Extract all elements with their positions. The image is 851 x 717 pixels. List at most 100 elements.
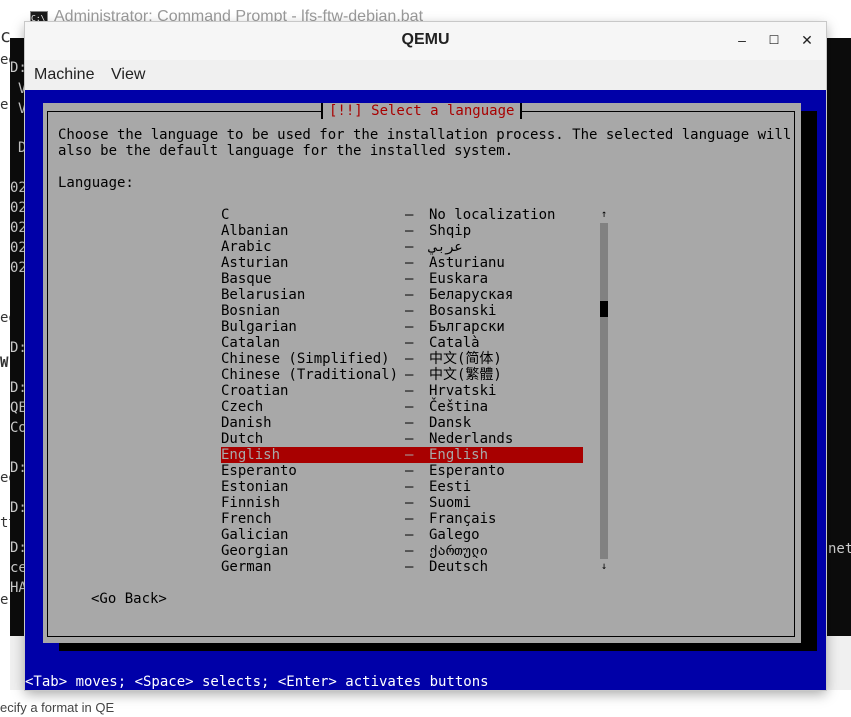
language-native-name: Shqip xyxy=(429,223,472,239)
language-item[interactable]: Finnish – Suomi xyxy=(221,495,583,511)
go-back-button[interactable]: <Go Back> xyxy=(91,591,167,607)
language-name: Chinese (Traditional) xyxy=(221,367,399,383)
language-item[interactable]: German – Deutsch xyxy=(221,559,583,575)
language-native-name: Català xyxy=(429,335,480,351)
language-native-name: No localization xyxy=(429,207,556,223)
language-native-name: 中文(繁體) xyxy=(429,367,502,383)
minimize-button[interactable]: – xyxy=(731,30,753,50)
language-name: Albanian xyxy=(221,223,289,239)
language-separator: – xyxy=(405,527,414,543)
installer-status-bar: <Tab> moves; <Space> selects; <Enter> ac… xyxy=(25,674,826,690)
language-name: C xyxy=(221,207,230,223)
scrollbar-thumb[interactable] xyxy=(600,301,608,317)
dialog-shadow xyxy=(801,111,817,651)
cmd-text-fragment: net xyxy=(828,541,851,557)
language-item[interactable]: Georgian – ქართული xyxy=(221,543,583,559)
close-button[interactable]: ✕ xyxy=(796,30,818,50)
language-separator: – xyxy=(405,559,414,575)
language-item[interactable]: Bosnian – Bosanski xyxy=(221,303,583,319)
language-label: Language: xyxy=(58,175,134,191)
language-item-selected[interactable]: English – English xyxy=(221,447,583,463)
scrollbar-track[interactable] xyxy=(600,223,608,559)
language-name: Croatian xyxy=(221,383,289,399)
language-name: French xyxy=(221,511,272,527)
language-name: Bosnian xyxy=(221,303,281,319)
language-native-name: Dansk xyxy=(429,415,472,431)
qemu-menubar: Machine View xyxy=(25,60,826,90)
language-item[interactable]: Chinese (Simplified) – 中文(简体) xyxy=(221,351,583,367)
language-name: Bulgarian xyxy=(221,319,297,335)
qemu-titlebar[interactable]: QEMU – ☐ ✕ xyxy=(25,22,826,60)
language-separator: – xyxy=(405,399,414,415)
language-item[interactable]: Asturian – Asturianu xyxy=(221,255,583,271)
language-name: English xyxy=(221,447,281,463)
language-native-name: Čeština xyxy=(429,399,489,415)
language-name: Belarusian xyxy=(221,287,306,303)
language-name: Basque xyxy=(221,271,272,287)
language-item[interactable]: Galician – Galego xyxy=(221,527,583,543)
language-name: Estonian xyxy=(221,479,289,495)
scroll-up-arrow-icon[interactable]: ↑ xyxy=(600,207,608,223)
language-name: Danish xyxy=(221,415,272,431)
language-list-scrollbar[interactable]: ↑ ↓ xyxy=(600,207,608,575)
language-separator: – xyxy=(405,463,414,479)
language-item[interactable]: Czech – Čeština xyxy=(221,399,583,415)
language-separator: – xyxy=(405,431,414,447)
language-name: Esperanto xyxy=(221,463,297,479)
language-name: Asturian xyxy=(221,255,289,271)
dialog-title: [!!] Select a language xyxy=(321,103,523,119)
language-separator: – xyxy=(405,495,414,511)
language-separator: – xyxy=(405,447,414,463)
language-separator: – xyxy=(405,223,414,239)
language-item[interactable]: Dutch – Nederlands xyxy=(221,431,583,447)
language-item[interactable]: C – No localization xyxy=(221,207,583,223)
language-separator: – xyxy=(405,303,414,319)
left-text-fragment: W xyxy=(0,355,9,371)
language-item[interactable]: Esperanto – Esperanto xyxy=(221,463,583,479)
menu-view[interactable]: View xyxy=(111,66,145,84)
language-item[interactable]: Albanian – Shqip xyxy=(221,223,583,239)
language-item[interactable]: Catalan – Català xyxy=(221,335,583,351)
language-native-name: Eesti xyxy=(429,479,472,495)
language-separator: – xyxy=(405,239,414,255)
language-native-name: Esperanto xyxy=(429,463,505,479)
language-name: Finnish xyxy=(221,495,281,511)
language-separator: – xyxy=(405,335,414,351)
language-item[interactable]: Bulgarian – Български xyxy=(221,319,583,335)
language-name: Georgian xyxy=(221,543,289,559)
language-name: Czech xyxy=(221,399,264,415)
language-separator: – xyxy=(405,287,414,303)
language-list[interactable]: C – No localization Albanian – Shqip Arabic – عر… xyxy=(221,207,583,575)
scroll-down-arrow-icon[interactable]: ↓ xyxy=(600,559,608,575)
language-item[interactable]: Danish – Dansk xyxy=(221,415,583,431)
language-separator: – xyxy=(405,415,414,431)
vm-screen[interactable]: [!!] Select a language Choose the langua… xyxy=(25,90,826,690)
language-separator: – xyxy=(405,479,414,495)
language-separator: – xyxy=(405,271,414,287)
language-item[interactable]: Basque – Euskara xyxy=(221,271,583,287)
language-native-name: English xyxy=(429,447,489,463)
description-line: Choose the language to be used for the i… xyxy=(58,127,792,143)
menu-machine[interactable]: Machine xyxy=(34,66,94,84)
language-item[interactable]: Belarusian – Беларуская xyxy=(221,287,583,303)
language-separator: – xyxy=(405,367,414,383)
language-separator: – xyxy=(405,319,414,335)
language-native-name: Euskara xyxy=(429,271,489,287)
left-text-fragment: e xyxy=(0,592,9,608)
language-item[interactable]: Arabic – عربي xyxy=(221,239,583,255)
background-window-bottom-edge: ecify a format in QE xyxy=(0,690,851,717)
bottom-text-fragment: ecify a format in QE xyxy=(0,700,115,715)
maximize-button[interactable]: ☐ xyxy=(763,30,785,50)
language-item[interactable]: Chinese (Traditional) – 中文(繁體) xyxy=(221,367,583,383)
language-native-name: Français xyxy=(429,511,497,527)
description-line: also be the default language for the ins… xyxy=(58,143,514,159)
language-item[interactable]: Croatian – Hrvatski xyxy=(221,383,583,399)
language-item[interactable]: Estonian – Eesti xyxy=(221,479,583,495)
language-native-name: Deutsch xyxy=(429,559,489,575)
language-separator: – xyxy=(405,543,414,559)
language-native-name: Беларуская xyxy=(429,287,514,303)
language-separator: – xyxy=(405,511,414,527)
language-item[interactable]: French – Français xyxy=(221,511,583,527)
language-separator: – xyxy=(405,383,414,399)
language-native-name: Български xyxy=(429,319,505,335)
